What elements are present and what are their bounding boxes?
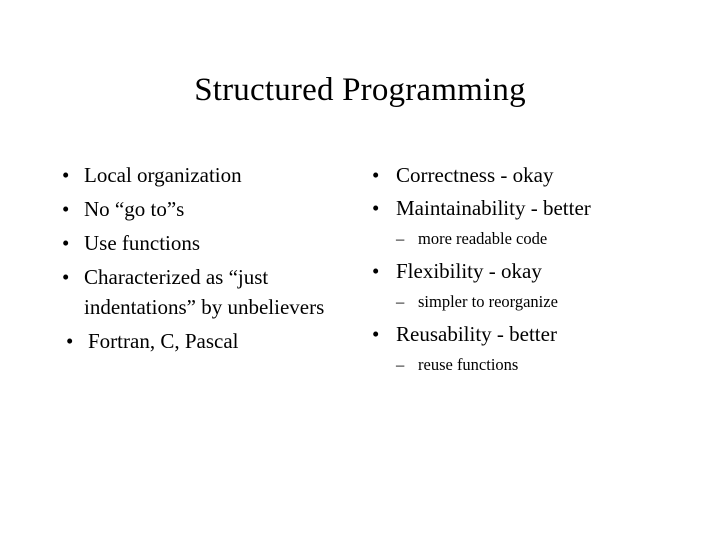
sub-bullet-list: – more readable code — [368, 226, 668, 252]
list-item-text: Reusability - better — [396, 322, 557, 346]
sub-bullet-list: – simpler to reorganize — [368, 289, 668, 315]
slide-canvas: Structured Programming • Local organizat… — [0, 0, 720, 540]
left-bullet-list: • Local organization • No “go to”s • Use… — [58, 160, 358, 356]
bullet-icon: • — [372, 259, 380, 283]
bullet-icon: • — [372, 196, 380, 220]
bullet-icon: • — [372, 163, 380, 187]
bullet-icon: • — [62, 231, 70, 255]
dash-bullet-icon: – — [396, 229, 405, 248]
list-item-text: Fortran, C, Pascal — [88, 329, 239, 353]
sub-bullet-list: – reuse functions — [368, 352, 668, 378]
sub-list-item-text: simpler to reorganize — [418, 292, 558, 311]
list-item: • Characterized as “just indentations” b… — [58, 262, 358, 322]
list-item-text: Use functions — [84, 231, 201, 255]
bullet-icon: • — [66, 329, 74, 353]
bullet-icon: • — [62, 197, 70, 221]
list-item: • Fortran, C, Pascal — [58, 326, 358, 356]
list-item: • Correctness - okay — [368, 160, 668, 191]
list-item-text: Local organization — [84, 163, 242, 187]
page-title: Structured Programming — [194, 72, 526, 108]
list-item-text: Maintainability - better — [396, 196, 591, 220]
list-item: • No “go to”s — [58, 194, 358, 224]
sub-list-item-text: more readable code — [418, 229, 548, 248]
list-item: • Reusability - better — [368, 319, 668, 350]
sub-list-item-text: reuse functions — [418, 355, 519, 374]
list-item: • Maintainability - better — [368, 193, 668, 224]
right-content-column: • Correctness - okay • Maintainability -… — [368, 160, 668, 382]
bullet-icon: • — [62, 163, 70, 187]
left-content-column: • Local organization • No “go to”s • Use… — [58, 160, 358, 360]
list-item-text: Correctness - okay — [396, 163, 554, 187]
list-item: • Use functions — [58, 228, 358, 258]
sub-list-item: – more readable code — [368, 226, 668, 252]
list-item: • Flexibility - okay — [368, 256, 668, 287]
list-item-text: Characterized as “just indentations” by … — [84, 265, 325, 319]
sub-list-item: – simpler to reorganize — [368, 289, 668, 315]
list-item: • Local organization — [58, 160, 358, 190]
bullet-icon: • — [62, 265, 70, 289]
list-item-text: Flexibility - okay — [396, 259, 542, 283]
dash-bullet-icon: – — [396, 355, 405, 374]
sub-list-item: – reuse functions — [368, 352, 668, 378]
bullet-icon: • — [372, 322, 380, 346]
list-item-text: No “go to”s — [84, 197, 185, 221]
dash-bullet-icon: – — [396, 292, 405, 311]
right-bullet-list: • Correctness - okay • Maintainability -… — [368, 160, 668, 378]
